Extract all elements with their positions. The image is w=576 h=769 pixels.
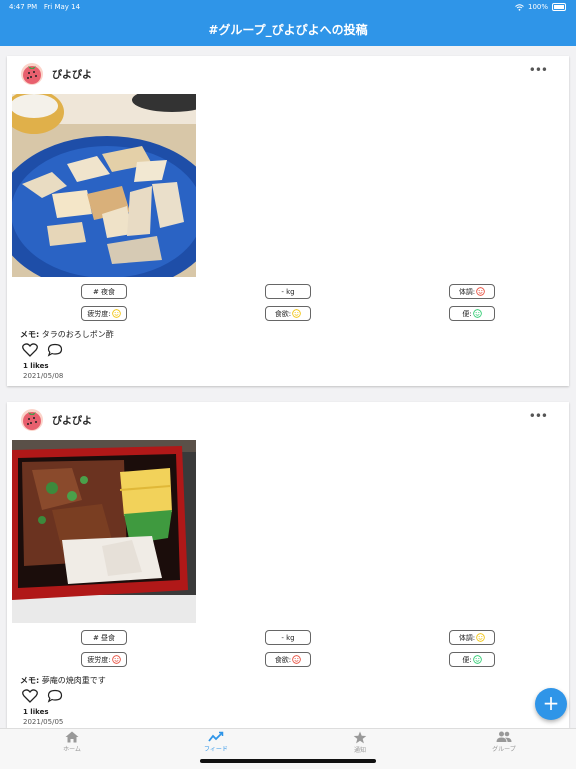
appetite-badge[interactable]: 食欲:	[265, 652, 311, 667]
memo-label: メモ:	[20, 676, 40, 685]
likes-count[interactable]: 1 likes	[23, 362, 49, 370]
memo-text: タラのおろしポン酢	[41, 330, 114, 339]
status-time: 4:47 PM	[9, 3, 38, 11]
appetite-face-icon	[292, 654, 301, 664]
memo: メモ: タラのおろしポン酢	[20, 329, 114, 340]
memo-text: 夢庵の焼肉重です	[41, 676, 106, 685]
tab-feed[interactable]: フィード	[176, 731, 256, 753]
stool-face-icon	[472, 308, 482, 318]
heart-icon[interactable]	[22, 343, 38, 357]
status-time-date: 4:47 PM Fri May 14	[9, 3, 80, 11]
tab-home-label: ホーム	[63, 746, 81, 753]
more-options-icon[interactable]: •••	[529, 409, 548, 423]
star-icon	[353, 731, 367, 744]
tab-home[interactable]: ホーム	[32, 731, 112, 753]
fatigue-face-icon	[111, 654, 121, 664]
memo: メモ: 夢庵の焼肉重です	[20, 675, 106, 686]
condition-face-icon	[476, 286, 485, 296]
weight-badge[interactable]: - kg	[265, 630, 311, 645]
feed-chart-icon	[208, 731, 224, 742]
post-username[interactable]: ぴよぴよ	[52, 66, 92, 81]
wifi-icon	[515, 3, 524, 11]
post-date: 2021/05/08	[23, 372, 64, 380]
memo-label: メモ:	[20, 330, 40, 339]
home-indicator	[200, 759, 376, 763]
avatar[interactable]	[21, 409, 43, 431]
appetite-face-icon	[292, 308, 301, 318]
fatigue-label: 疲労度:	[87, 656, 111, 664]
battery-icon	[552, 3, 566, 11]
meal-tag[interactable]: # 夜食	[81, 284, 127, 299]
condition-badge[interactable]: 体調:	[449, 284, 495, 299]
post-photo[interactable]	[12, 94, 196, 277]
fatigue-badge[interactable]: 疲労度:	[81, 306, 127, 321]
condition-label: 体調:	[458, 634, 476, 642]
page-title: #グループ_ぴよぴよへの投稿	[208, 23, 368, 37]
comment-icon[interactable]	[47, 343, 63, 357]
group-icon	[496, 731, 512, 742]
comment-icon[interactable]	[47, 689, 63, 703]
home-icon	[65, 731, 79, 743]
weight-label: - kg	[281, 288, 295, 296]
appetite-badge[interactable]: 食欲:	[265, 306, 311, 321]
header: #グループ_ぴよぴよへの投稿	[0, 14, 576, 46]
fatigue-badge[interactable]: 疲労度:	[81, 652, 127, 667]
fatigue-face-icon	[111, 308, 121, 318]
appetite-label: 食欲:	[274, 310, 292, 318]
meal-tag-label: # 昼食	[92, 634, 116, 642]
post-card: ぴよぴよ ••• # 夜食 - kg 体調: 疲労度: 食欲: 便: メモ: タ…	[7, 56, 569, 386]
heart-icon[interactable]	[22, 689, 38, 703]
tab-feed-label: フィード	[204, 746, 228, 753]
weight-badge[interactable]: - kg	[265, 284, 311, 299]
stool-badge[interactable]: 便:	[449, 652, 495, 667]
post-username[interactable]: ぴよぴよ	[52, 412, 92, 427]
tab-group-label: グループ	[492, 746, 516, 753]
tab-notifications[interactable]: 通知	[320, 731, 400, 754]
likes-count[interactable]: 1 likes	[23, 708, 49, 716]
avatar[interactable]	[21, 63, 43, 85]
more-options-icon[interactable]: •••	[529, 63, 548, 77]
status-date: Fri May 14	[43, 3, 81, 11]
condition-badge[interactable]: 体調:	[449, 630, 495, 645]
meal-tag[interactable]: # 昼食	[81, 630, 127, 645]
stool-badge[interactable]: 便:	[449, 306, 495, 321]
post-date: 2021/05/05	[23, 718, 64, 726]
fatigue-label: 疲労度:	[87, 310, 111, 318]
battery-percent: 100%	[527, 3, 548, 11]
tab-group[interactable]: グループ	[464, 731, 544, 753]
condition-face-icon	[476, 632, 485, 642]
weight-label: - kg	[281, 634, 295, 642]
tab-notifications-label: 通知	[353, 747, 366, 754]
post-photo[interactable]	[12, 440, 196, 623]
stool-label: 便:	[462, 310, 472, 318]
stool-face-icon	[472, 654, 482, 664]
condition-label: 体調:	[458, 288, 476, 296]
appetite-label: 食欲:	[274, 656, 292, 664]
post-card: ぴよぴよ ••• # 昼食 - kg 体調: 疲労度: 食欲: 便: メモ: 夢…	[7, 402, 569, 728]
add-post-button[interactable]: +	[535, 688, 567, 720]
meal-tag-label: # 夜食	[92, 288, 116, 296]
status-bar: 4:47 PM Fri May 14 100%	[0, 0, 576, 14]
add-post-label: +	[542, 691, 560, 715]
stool-label: 便:	[462, 656, 472, 664]
